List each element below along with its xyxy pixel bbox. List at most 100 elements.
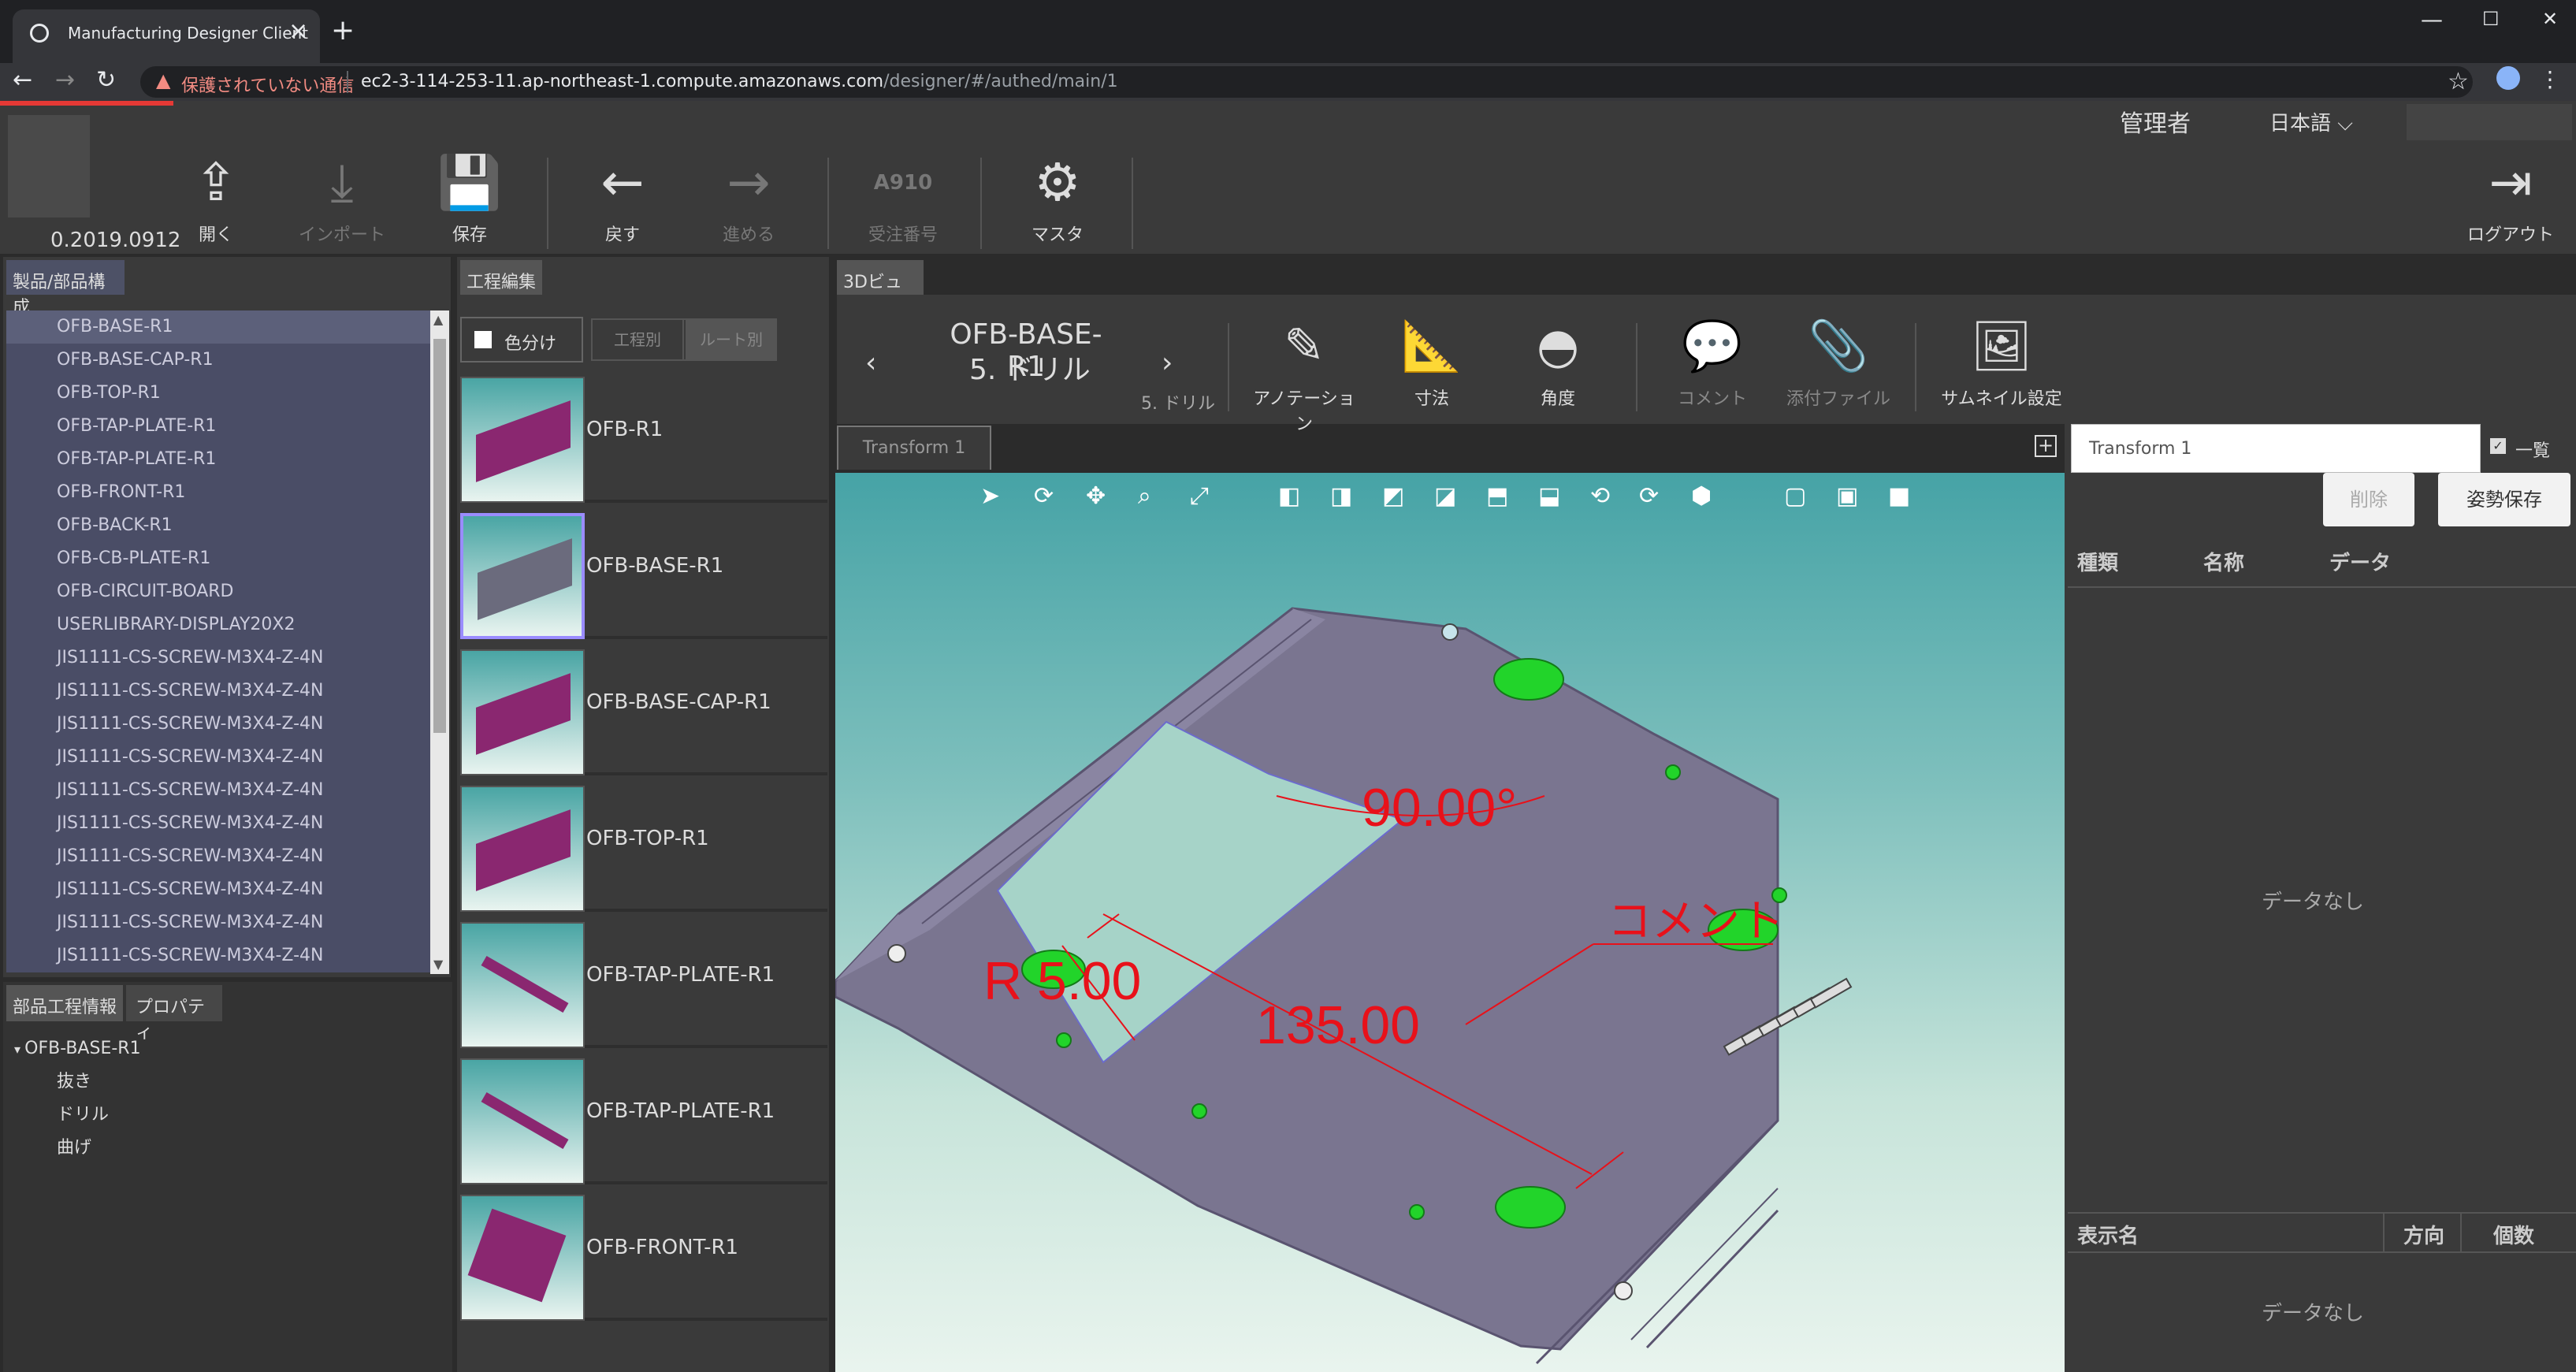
toolbar-button[interactable]: ⚙ マスタ <box>1010 150 1105 246</box>
tree-item[interactable]: OFB-BACK-R1 <box>6 509 432 542</box>
toolbar-button[interactable]: 💾 保存 <box>422 150 517 246</box>
tree-item[interactable]: OFB-TAP-PLATE-R1 <box>6 443 432 476</box>
tree-item[interactable]: OFB-TAP-PLATE-R1 <box>6 410 432 443</box>
new-tab-button[interactable]: + <box>331 14 355 46</box>
security-warning[interactable]: 保護されていない通信 <box>181 72 354 97</box>
color-checkbox[interactable] <box>474 331 492 348</box>
process-tree-item[interactable]: 抜き <box>6 1065 448 1099</box>
transform-name-input[interactable]: Transform 1 <box>2071 424 2481 473</box>
close-icon[interactable]: × <box>288 17 308 45</box>
drill-hole[interactable] <box>1493 658 1564 701</box>
back-nav-icon[interactable]: ← <box>13 66 32 94</box>
minimize-button[interactable]: — <box>2421 6 2443 32</box>
process-card[interactable]: OFB-TAP-PLATE-R1 <box>460 916 827 1048</box>
column-header[interactable]: 方向 <box>2403 1220 2444 1249</box>
3d-model-canvas[interactable] <box>835 473 2065 1372</box>
tab-process-edit[interactable]: 工程編集 <box>460 260 542 295</box>
process-card[interactable]: OFB-FRONT-R1 <box>460 1188 827 1321</box>
tree-item[interactable]: JIS1111-CS-SCREW-M3X4-Z-4N <box>6 708 432 741</box>
column-header[interactable]: 種類 <box>2077 547 2118 576</box>
3d-viewport[interactable]: ➤ ⟳ ✥ ⌕ ⤢ ◧ ◨ ◩ ◪ ⬒ ⬓ ⟲ ⟳ ⬢ ▢ ▣ ■ 90.00°… <box>835 473 2065 1372</box>
process-card[interactable]: OFB-TOP-R1 <box>460 779 827 912</box>
annotation-tool-button[interactable]: ◓ 角度 <box>1499 318 1617 410</box>
tree-item[interactable]: JIS1111-CS-SCREW-M3X4-Z-4N <box>6 939 432 972</box>
tab-process-info[interactable]: 部品工程情報 <box>6 985 123 1021</box>
logout-button[interactable]: ⇥ ログアウト <box>2463 150 2558 246</box>
tree-item[interactable]: OFB-FRONT-R1 <box>6 476 432 509</box>
add-transform-icon[interactable]: + <box>2035 435 2057 457</box>
save-pose-button[interactable]: 姿勢保存 <box>2438 473 2570 526</box>
tree-item[interactable]: JIS1111-CS-SCREW-M3X4-Z-4N <box>6 641 432 675</box>
url-field[interactable]: ▲ 保護されていない通信 ec2-3-114-253-11.ap-northea… <box>140 66 2473 98</box>
annotation-tool-button[interactable]: 📐 寸法 <box>1373 318 1491 410</box>
by-process-button[interactable]: 工程別 <box>593 320 684 359</box>
window-close-button[interactable]: ✕ <box>2542 8 2558 30</box>
color-code-toggle[interactable]: 色分け <box>460 317 583 363</box>
comment-annotation[interactable]: コメント <box>1608 886 1784 950</box>
tree-item[interactable]: OFB-BASE-CAP-R1 <box>6 344 432 377</box>
toolbar-button[interactable]: ← 戻す <box>575 150 670 246</box>
prev-step-icon[interactable]: ‹ <box>865 347 876 379</box>
tree-item[interactable]: JIS1111-CS-SCREW-M3X4-Z-4N <box>6 840 432 873</box>
process-card[interactable]: OFB-R1 <box>460 370 827 503</box>
part-thumbnail[interactable] <box>460 1058 585 1184</box>
annotation-tool-button[interactable]: 📎 添付ファイル <box>1779 318 1898 410</box>
process-tree-root[interactable]: ▾ OFB-BASE-R1 <box>6 1032 448 1065</box>
annotation-tool-button[interactable]: 🖼 サムネイル設定 <box>1932 318 2071 410</box>
tree-item[interactable]: JIS1111-CS-SCREW-M3X4-Z-4N <box>6 807 432 840</box>
scroll-down-icon[interactable]: ▼ <box>433 957 443 972</box>
list-checkbox[interactable]: ✓ <box>2490 438 2506 454</box>
part-thumbnail[interactable] <box>460 786 585 912</box>
part-thumbnail[interactable] <box>460 513 585 639</box>
header-search-box[interactable] <box>2407 104 2572 140</box>
tab-3d-view[interactable]: 3Dビュー <box>837 260 924 318</box>
bookmark-star-icon[interactable]: ☆ <box>2448 68 2469 95</box>
angle-annotation[interactable]: 90.00° <box>1362 777 1517 838</box>
tree-item[interactable]: JIS1111-CS-SCREW-M3X4-Z-4N <box>6 873 432 906</box>
plate-surface[interactable] <box>835 607 1779 1351</box>
browser-menu-icon[interactable]: ⋮ <box>2539 66 2561 92</box>
column-header[interactable]: データ <box>2329 547 2391 576</box>
tab-product-structure[interactable]: 製品/部品構成 <box>6 260 125 318</box>
process-card[interactable]: OFB-BASE-R1 <box>460 507 827 639</box>
tree-item[interactable]: OFB-TOP-R1 <box>6 377 432 410</box>
by-route-button[interactable]: ルート別 <box>686 320 777 359</box>
annotation-tool-button[interactable]: ✎ アノテーション <box>1245 318 1363 435</box>
toolbar-button[interactable]: ⤓ インポート <box>295 150 389 246</box>
profile-avatar-icon[interactable] <box>2496 66 2520 90</box>
process-card[interactable]: OFB-TAP-PLATE-R1 <box>460 1052 827 1184</box>
scrollbar-thumb[interactable] <box>433 339 446 733</box>
tree-item[interactable]: JIS1111-CS-SCREW-M3X4-Z-4N <box>6 741 432 774</box>
process-tree-item[interactable]: ドリル <box>6 1099 448 1132</box>
drill-hole[interactable] <box>1495 1186 1566 1229</box>
tree-item[interactable]: JIS1111-CS-SCREW-M3X4-Z-4N <box>6 906 432 939</box>
language-select[interactable]: 日本語 ⌵ <box>2269 107 2353 136</box>
column-header[interactable]: 名称 <box>2203 547 2244 576</box>
scroll-up-icon[interactable]: ▲ <box>433 312 443 327</box>
tree-item[interactable]: OFB-CB-PLATE-R1 <box>6 542 432 575</box>
radius-annotation[interactable]: R 5.00 <box>983 950 1141 1012</box>
process-card[interactable]: OFB-BASE-CAP-R1 <box>460 643 827 775</box>
distance-annotation[interactable]: 135.00 <box>1256 995 1420 1056</box>
forward-nav-icon[interactable]: → <box>55 66 75 94</box>
user-name[interactable]: 管理者 <box>2120 104 2191 139</box>
tree-item[interactable]: USERLIBRARY-DISPLAY20X2 <box>6 608 432 641</box>
part-thumbnail[interactable] <box>460 377 585 503</box>
annotation-tool-button[interactable]: 💬 コメント <box>1653 318 1771 410</box>
next-step-icon[interactable]: › <box>1162 347 1173 379</box>
toolbar-button[interactable]: → 進める <box>701 150 796 246</box>
column-header[interactable]: 表示名 <box>2077 1220 2139 1249</box>
tree-item[interactable]: JIS1111-CS-SCREW-M3X4-Z-4N <box>6 774 432 807</box>
tree-item[interactable]: JIS1111-CS-SCREW-M3X4-Z-4N <box>6 675 432 708</box>
column-header[interactable]: 個数 <box>2493 1220 2534 1249</box>
browser-tab[interactable]: Manufacturing Designer Client × <box>13 9 320 63</box>
part-thumbnail[interactable] <box>460 649 585 775</box>
maximize-button[interactable]: ☐ <box>2482 8 2500 30</box>
part-thumbnail[interactable] <box>460 1195 585 1321</box>
reload-icon[interactable]: ↻ <box>96 66 116 94</box>
process-tree-item[interactable]: 曲げ <box>6 1132 448 1165</box>
tree-item[interactable]: OFB-BASE-R1 <box>6 310 432 344</box>
toolbar-button[interactable]: A910 受注番号 <box>856 150 950 246</box>
part-thumbnail[interactable] <box>460 922 585 1048</box>
toolbar-button[interactable]: ⇪ 開く <box>169 150 263 246</box>
